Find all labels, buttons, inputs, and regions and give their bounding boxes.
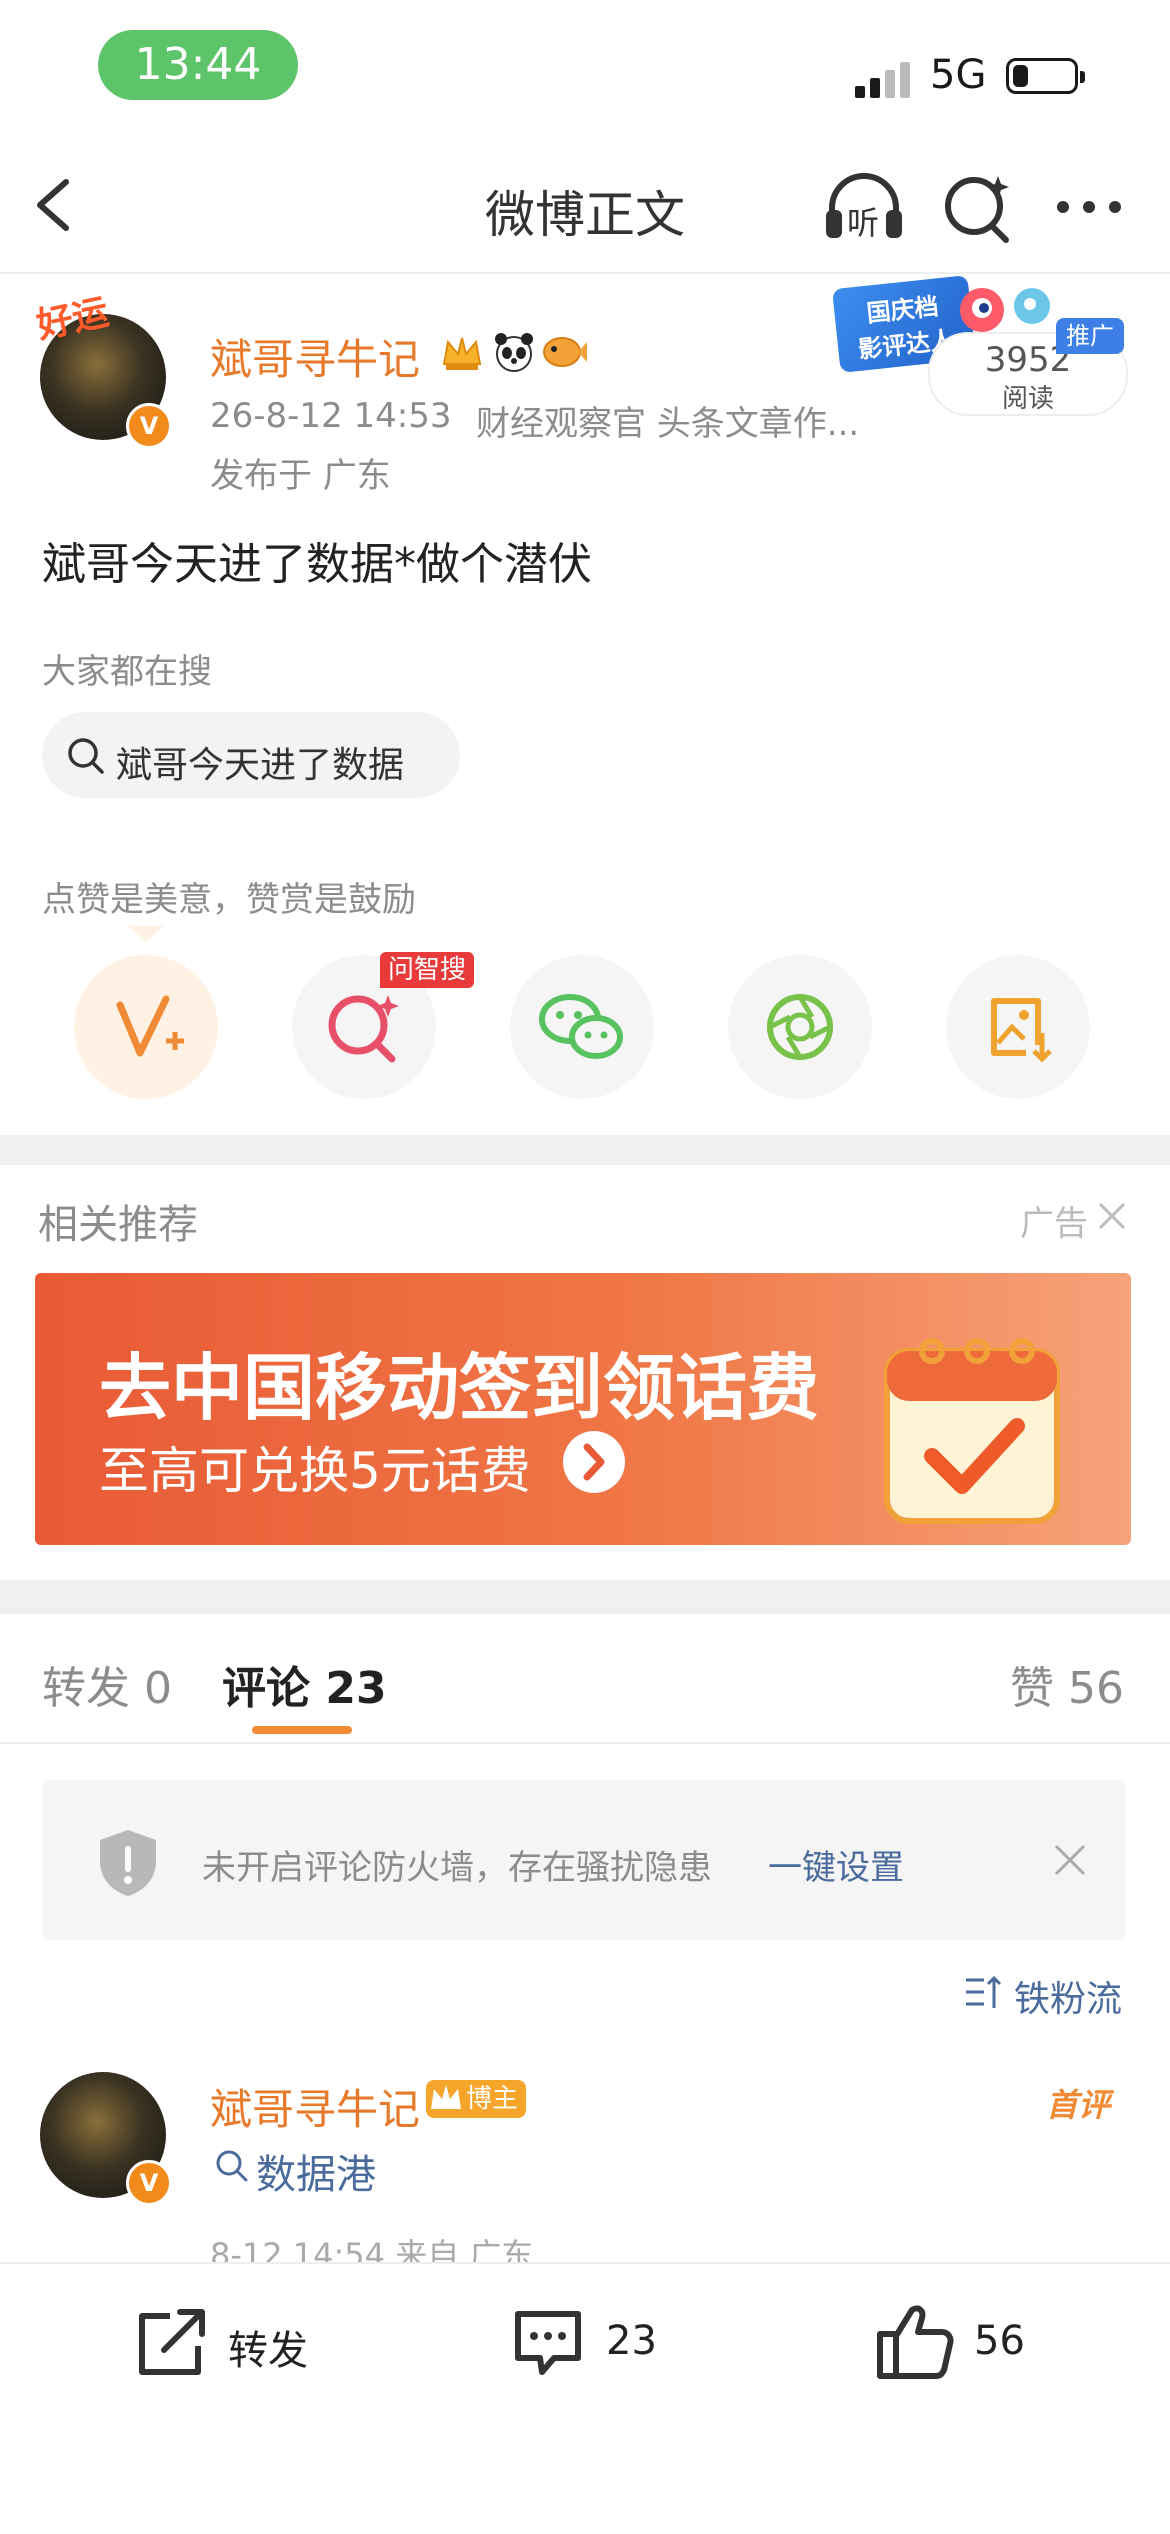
read-label: 阅读 (1001, 384, 1054, 414)
tab-likes[interactable]: 赞 56 (1010, 1652, 1124, 1716)
comment-text-link[interactable]: 数据港 (256, 2142, 376, 2200)
listen-button[interactable]: 听 (822, 168, 906, 244)
more-dots-icon (1057, 201, 1121, 213)
battery-level (1013, 65, 1028, 87)
recommend-title: 相关推荐 (38, 1202, 198, 1248)
verified-badge-icon: V (126, 403, 172, 449)
section-separator-2 (0, 1580, 1170, 1614)
listen-label: 听 (847, 204, 880, 242)
status-time: 13:44 (98, 30, 298, 100)
section-separator (0, 1135, 1170, 1165)
more-button[interactable] (1055, 195, 1125, 219)
tab-repost-label: 转发 (42, 1663, 130, 1714)
tab-comments[interactable]: 评论 23 (222, 1652, 387, 1716)
tab-comments-label: 评论 (222, 1663, 310, 1714)
sort-label: 铁粉流 (1014, 1979, 1123, 2020)
tab-likes-count: 56 (1068, 1663, 1124, 1714)
tab-comments-count: 23 (325, 1663, 387, 1714)
moments-aperture-icon (767, 994, 833, 1060)
author-name[interactable]: 斌哥寻牛记 (210, 326, 420, 387)
wechat-share-button[interactable] (510, 955, 654, 1099)
post-timestamp: 26-8-12 14:53 (210, 396, 452, 436)
trending-chip-text: 斌哥今天进了数据 (116, 745, 405, 786)
appreciation-hint: 点赞是美意，赞赏是鼓励 (42, 880, 416, 920)
close-ad-button[interactable] (1094, 1198, 1130, 1234)
tab-repost[interactable]: 转发 0 (42, 1652, 172, 1716)
repost-icon (139, 2309, 205, 2375)
comment-count: 23 (606, 2318, 657, 2364)
tabs-divider (0, 1742, 1170, 1744)
search-sparkle-icon (945, 176, 1009, 243)
ad-headline: 去中国移动签到领话费 (99, 1346, 820, 1430)
comment-author[interactable]: 斌哥寻牛记 (210, 2076, 420, 2137)
post-text: 斌哥今天进了数据*做个潜伏 (42, 539, 592, 590)
firewall-setup-link[interactable]: 一键设置 (768, 1840, 904, 1889)
shield-icon (96, 1828, 160, 1898)
ad-subline: 至高可兑换5元话费 (99, 1442, 531, 1500)
like-count: 56 (974, 2318, 1025, 2364)
ad-label: 广告 (1020, 1204, 1088, 1244)
first-comment-badge: 首评 (1046, 2086, 1111, 2124)
nav-divider (0, 272, 1170, 274)
wechat-icon (539, 994, 623, 1059)
repost-button[interactable]: 转发 (130, 2302, 350, 2382)
save-image-icon (991, 998, 1052, 1063)
search-icon (66, 736, 106, 776)
comment-verified-badge-icon: V (126, 2160, 172, 2206)
comment-search-icon (214, 2148, 250, 2184)
fish-icon (540, 330, 588, 374)
like-button[interactable]: 56 (874, 2300, 1074, 2384)
calendar-illustration-icon (877, 1321, 1077, 1531)
network-label: 5G (930, 52, 987, 98)
close-firewall-button[interactable] (1052, 1842, 1088, 1878)
tab-repost-count: 0 (144, 1663, 172, 1714)
eye-mascot-icon (952, 280, 1072, 340)
sort-button[interactable]: 铁粉流 (962, 1968, 1132, 2020)
ad-arrow-icon (563, 1431, 625, 1493)
trending-title: 大家都在搜 (42, 652, 212, 692)
panda-icon (492, 330, 536, 374)
active-tab-indicator (252, 1726, 352, 1734)
close-icon (1054, 1844, 1086, 1876)
post-location: 发布于 广东 (210, 456, 391, 496)
battery-icon (1006, 58, 1085, 94)
signal-icon (855, 62, 915, 98)
tooltip-arrow (128, 926, 164, 942)
comment-button[interactable]: 23 (508, 2302, 708, 2382)
repost-label: 转发 (228, 2328, 308, 2374)
sort-icon (966, 1975, 1002, 2008)
ai-search-button[interactable] (940, 170, 1014, 244)
crown-icon (440, 330, 484, 374)
vplus-icon (116, 995, 184, 1057)
firewall-text: 未开启评论防火墙，存在骚扰隐患 (202, 1848, 712, 1888)
promote-badge[interactable]: 推广 (1056, 318, 1124, 354)
moments-share-button[interactable] (728, 955, 872, 1099)
save-image-button[interactable] (946, 955, 1090, 1099)
tab-likes-label: 赞 (1010, 1663, 1054, 1714)
ad-banner[interactable]: 去中国移动签到领话费 至高可兑换5元话费 (35, 1273, 1131, 1545)
crown-icon (431, 2085, 461, 2109)
close-icon (1098, 1202, 1126, 1230)
thumbs-up-icon (877, 2305, 954, 2379)
host-badge-label: 博主 (466, 2084, 519, 2114)
author-tags[interactable]: 财经观察官 头条文章作... (476, 396, 859, 445)
vplus-reward-button[interactable] (74, 955, 218, 1099)
ai-search-badge: 问智搜 (380, 952, 475, 988)
comment-bubble-icon (515, 2311, 581, 2375)
host-badge: 博主 (426, 2080, 527, 2118)
